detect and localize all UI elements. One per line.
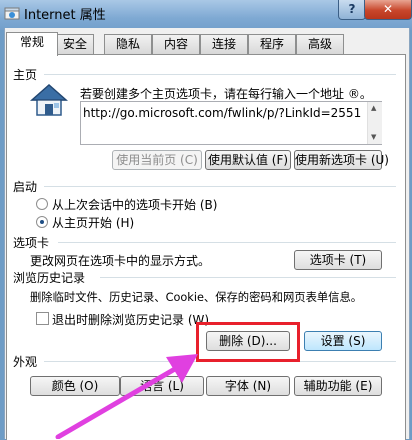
house-icon (30, 82, 68, 118)
window-title: Internet 属性 (24, 8, 106, 23)
scroll-up-icon[interactable]: ▲ (371, 104, 376, 112)
annotation-highlight-box (196, 322, 300, 362)
url-scrollbar[interactable]: ▲ ▼ (367, 102, 382, 144)
section-divider (44, 74, 396, 75)
history-heading: 浏览历史记录 (13, 271, 86, 285)
radio-restore-label: 从上次会话中的选项卡开始 (B) (52, 198, 218, 212)
help-button[interactable]: ? (338, 0, 366, 20)
homepage-url-field[interactable]: http://go.microsoft.com/fwlink/p/?LinkId… (80, 101, 382, 145)
tab-general[interactable]: 常规 (6, 32, 58, 56)
tab-advanced[interactable]: 高级 (296, 34, 344, 54)
tab-programs[interactable]: 程序 (248, 34, 296, 54)
history-description: 删除临时文件、历史记录、Cookie、保存的密码和网页表单信息。 (30, 291, 363, 304)
radio-restore-session[interactable] (36, 198, 48, 210)
radio-start-home[interactable] (36, 216, 48, 228)
tabs-settings-button[interactable]: 选项卡 (T) (294, 250, 382, 270)
accessibility-button[interactable]: 辅助功能 (E) (294, 376, 382, 396)
internet-properties-icon (4, 4, 20, 20)
close-button[interactable]: ✕ (364, 0, 412, 20)
section-divider (100, 277, 396, 278)
tab-privacy[interactable]: 隐私 (104, 34, 152, 54)
appearance-heading: 外观 (13, 355, 38, 369)
tab-content[interactable]: 内容 (152, 34, 200, 54)
colors-button[interactable]: 颜色 (O) (30, 376, 120, 396)
homepage-heading: 主页 (13, 68, 38, 82)
scroll-down-icon[interactable]: ▼ (371, 133, 376, 141)
history-settings-button[interactable]: 设置 (S) (304, 331, 382, 351)
tab-connections[interactable]: 连接 (200, 34, 248, 54)
use-default-button[interactable]: 使用默认值 (F) (205, 150, 291, 170)
tabs-heading: 选项卡 (13, 236, 50, 250)
section-divider (44, 186, 396, 187)
use-new-tab-button[interactable]: 使用新选项卡 (U) (294, 150, 389, 170)
delete-on-exit-label: 退出时删除浏览历史记录 (W) (52, 313, 210, 327)
startup-heading: 启动 (13, 180, 38, 194)
radio-selected-dot (40, 220, 44, 224)
section-divider (58, 242, 396, 243)
tabs-description: 更改网页在选项卡中的显示方式。 (30, 254, 211, 268)
radio-home-label: 从主页开始 (H) (52, 216, 135, 230)
use-current-button[interactable]: 使用当前页 (C) (112, 150, 202, 170)
delete-on-exit-checkbox[interactable] (36, 312, 49, 325)
homepage-url-text: http://go.microsoft.com/fwlink/p/?LinkId… (83, 106, 362, 120)
tab-security[interactable]: 安全 (56, 34, 94, 54)
languages-button[interactable]: 语言 (L) (120, 376, 204, 396)
fonts-button[interactable]: 字体 (N) (206, 376, 290, 396)
homepage-description: 若要创建多个主页选项卡，请在每行输入一个地址 ®。 (80, 87, 372, 101)
